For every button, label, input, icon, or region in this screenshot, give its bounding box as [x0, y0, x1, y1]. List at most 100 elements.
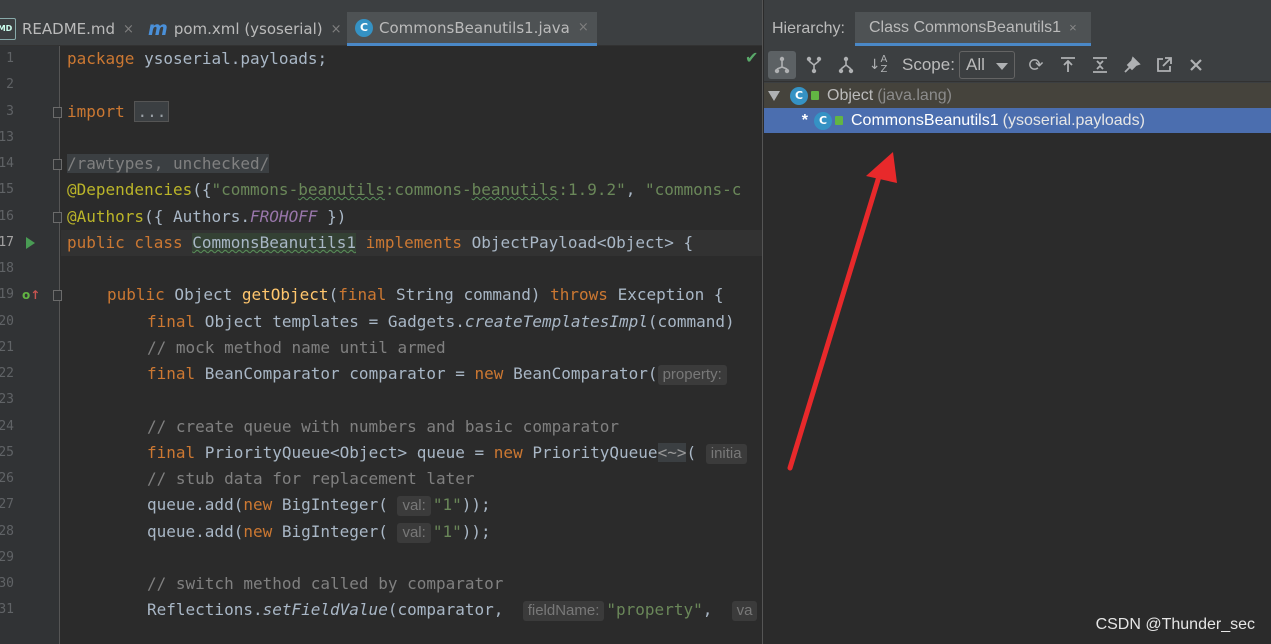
code-text: Reflections.	[147, 600, 263, 619]
string: beanutils	[471, 180, 559, 199]
hierarchy-tree[interactable]: C Object (java.lang) * C CommonsBeanutil…	[764, 83, 1271, 644]
class-name: CommonsBeanutils1	[192, 233, 356, 252]
code-area[interactable]: package ysoserial.payloads; import ... /…	[61, 46, 762, 644]
hierarchy-toolbar: ↓ A Z Scope: All ⟳	[764, 48, 1271, 82]
current-class-marker: *	[801, 111, 808, 129]
diamond-fold[interactable]: <~>	[657, 443, 687, 462]
keyword: final	[147, 312, 196, 331]
method-call: createTemplatesImpl	[464, 312, 648, 331]
keyword: new	[243, 522, 273, 541]
collapse-all-icon[interactable]	[1086, 51, 1114, 79]
class-hierarchy-icon[interactable]	[768, 51, 796, 79]
supertypes-icon[interactable]	[800, 51, 828, 79]
code-text: ObjectPayload<Object> {	[461, 233, 694, 252]
watermark: CSDN @Thunder_sec	[1095, 616, 1255, 633]
line-number: 31	[0, 602, 14, 617]
line-number-gutter[interactable]: 1 2 3 13 14 15 16 17 18 19 20 21 22 23 2…	[0, 46, 62, 644]
annotation: @Authors	[67, 207, 145, 226]
hierarchy-label: Hierarchy:	[772, 20, 845, 37]
string: "1"	[432, 495, 462, 514]
tree-node-commons-beanutils1[interactable]: * C CommonsBeanutils1 (ysoserial.payload…	[764, 108, 1271, 133]
code-line-30: // switch method called by comparator	[147, 571, 503, 597]
subtypes-icon[interactable]	[832, 51, 860, 79]
keyword: public	[67, 233, 125, 252]
tab-label: README.md	[22, 20, 116, 38]
static-field: FROHOFF	[250, 207, 318, 226]
parameter-hint: val:	[397, 523, 431, 543]
comment: /rawtypes, unchecked/	[67, 154, 270, 173]
keyword: public	[107, 285, 165, 304]
code-line-20: final Object templates = Gadgets.createT…	[147, 309, 735, 335]
code-text: ,	[702, 600, 732, 619]
comment: // create queue with numbers and basic c…	[147, 417, 620, 436]
keyword: implements	[356, 233, 462, 252]
keyword: final	[147, 364, 196, 383]
code-text: Object	[164, 285, 242, 304]
code-text: PriorityQueue	[522, 443, 658, 462]
string: "commons-	[211, 180, 299, 199]
code-text: (	[686, 443, 706, 462]
line-number: 26	[0, 471, 14, 486]
tree-node-name: CommonsBeanutils1	[851, 111, 999, 129]
line-number: 2	[6, 77, 14, 92]
refresh-icon[interactable]: ⟳	[1022, 51, 1050, 79]
inspection-ok-icon[interactable]: ✔	[745, 48, 758, 67]
code-text: Object templates = Gadgets.	[195, 312, 465, 331]
code-line-17: public class CommonsBeanutils1 implement…	[67, 230, 693, 256]
code-text: (	[328, 285, 339, 304]
folded-imports[interactable]: ...	[134, 101, 170, 122]
keyword: throws	[550, 285, 608, 304]
chevron-down-icon	[996, 63, 1008, 70]
close-icon[interactable]: ×	[1069, 20, 1077, 35]
tab-pom-xml[interactable]: m pom.xml (ysoserial) ×	[148, 12, 342, 46]
tab-commons-beanutils1[interactable]: C CommonsBeanutils1.java ×	[347, 12, 597, 46]
close-icon[interactable]: ×	[123, 22, 134, 37]
run-gutter-icon[interactable]	[26, 237, 35, 249]
java-class-icon: C	[355, 18, 373, 37]
close-icon[interactable]: ×	[578, 20, 589, 35]
line-number: 29	[0, 550, 14, 565]
implements-method-icon[interactable]: o↑	[22, 288, 40, 302]
keyword: final	[147, 443, 196, 462]
sort-alpha-icon[interactable]: ↓ A Z	[864, 51, 892, 79]
line-number: 24	[0, 419, 14, 434]
code-editor[interactable]: MD README.md × m pom.xml (ysoserial) × C…	[0, 0, 762, 644]
keyword: package	[67, 49, 135, 68]
close-icon[interactable]: ×	[331, 22, 342, 37]
code-text: ysoserial.payloads;	[134, 49, 328, 68]
code-text: })	[317, 207, 347, 226]
code-text: BigInteger(	[272, 522, 398, 541]
code-line-31: Reflections.setFieldValue(comparator, fi…	[147, 597, 759, 623]
close-icon[interactable]	[1182, 51, 1210, 79]
parameter-hint: initia	[705, 444, 747, 464]
line-number: 21	[0, 340, 14, 355]
code-line-28: queue.add(new BigInteger( val: "1"));	[147, 519, 491, 545]
keyword: new	[474, 364, 504, 383]
string: :commons-	[384, 180, 472, 199]
line-number: 15	[0, 182, 14, 197]
tab-class-hierarchy[interactable]: Class CommonsBeanutils1 ×	[855, 12, 1091, 46]
code-text: BigInteger(	[272, 495, 398, 514]
hierarchy-tool-window: Hierarchy: Class CommonsBeanutils1 × ↓ A Z…	[764, 0, 1271, 644]
keyword: new	[493, 443, 523, 462]
parameter-hint: property:	[657, 365, 727, 385]
code-text: ));	[461, 522, 491, 541]
scope-dropdown[interactable]: All	[959, 51, 1015, 79]
markdown-file-icon: MD	[0, 18, 16, 40]
keyword: new	[243, 495, 273, 514]
line-number: 25	[0, 445, 14, 460]
keyword: final	[338, 285, 387, 304]
code-line-21: // mock method name until armed	[147, 335, 446, 361]
expand-triangle-icon[interactable]	[768, 91, 780, 101]
export-icon[interactable]	[1054, 51, 1082, 79]
open-in-window-icon[interactable]	[1150, 51, 1178, 79]
comment: // mock method name until armed	[147, 338, 446, 357]
pin-icon[interactable]	[1118, 51, 1146, 79]
code-text: BeanComparator comparator =	[195, 364, 475, 383]
tab-label: CommonsBeanutils1.java	[379, 18, 570, 37]
code-text: ({	[192, 180, 212, 199]
tab-readme[interactable]: MD README.md ×	[0, 12, 134, 46]
tree-node-object[interactable]: C Object (java.lang)	[764, 83, 1271, 108]
line-number: 18	[0, 261, 14, 276]
string: beanutils	[298, 180, 385, 199]
